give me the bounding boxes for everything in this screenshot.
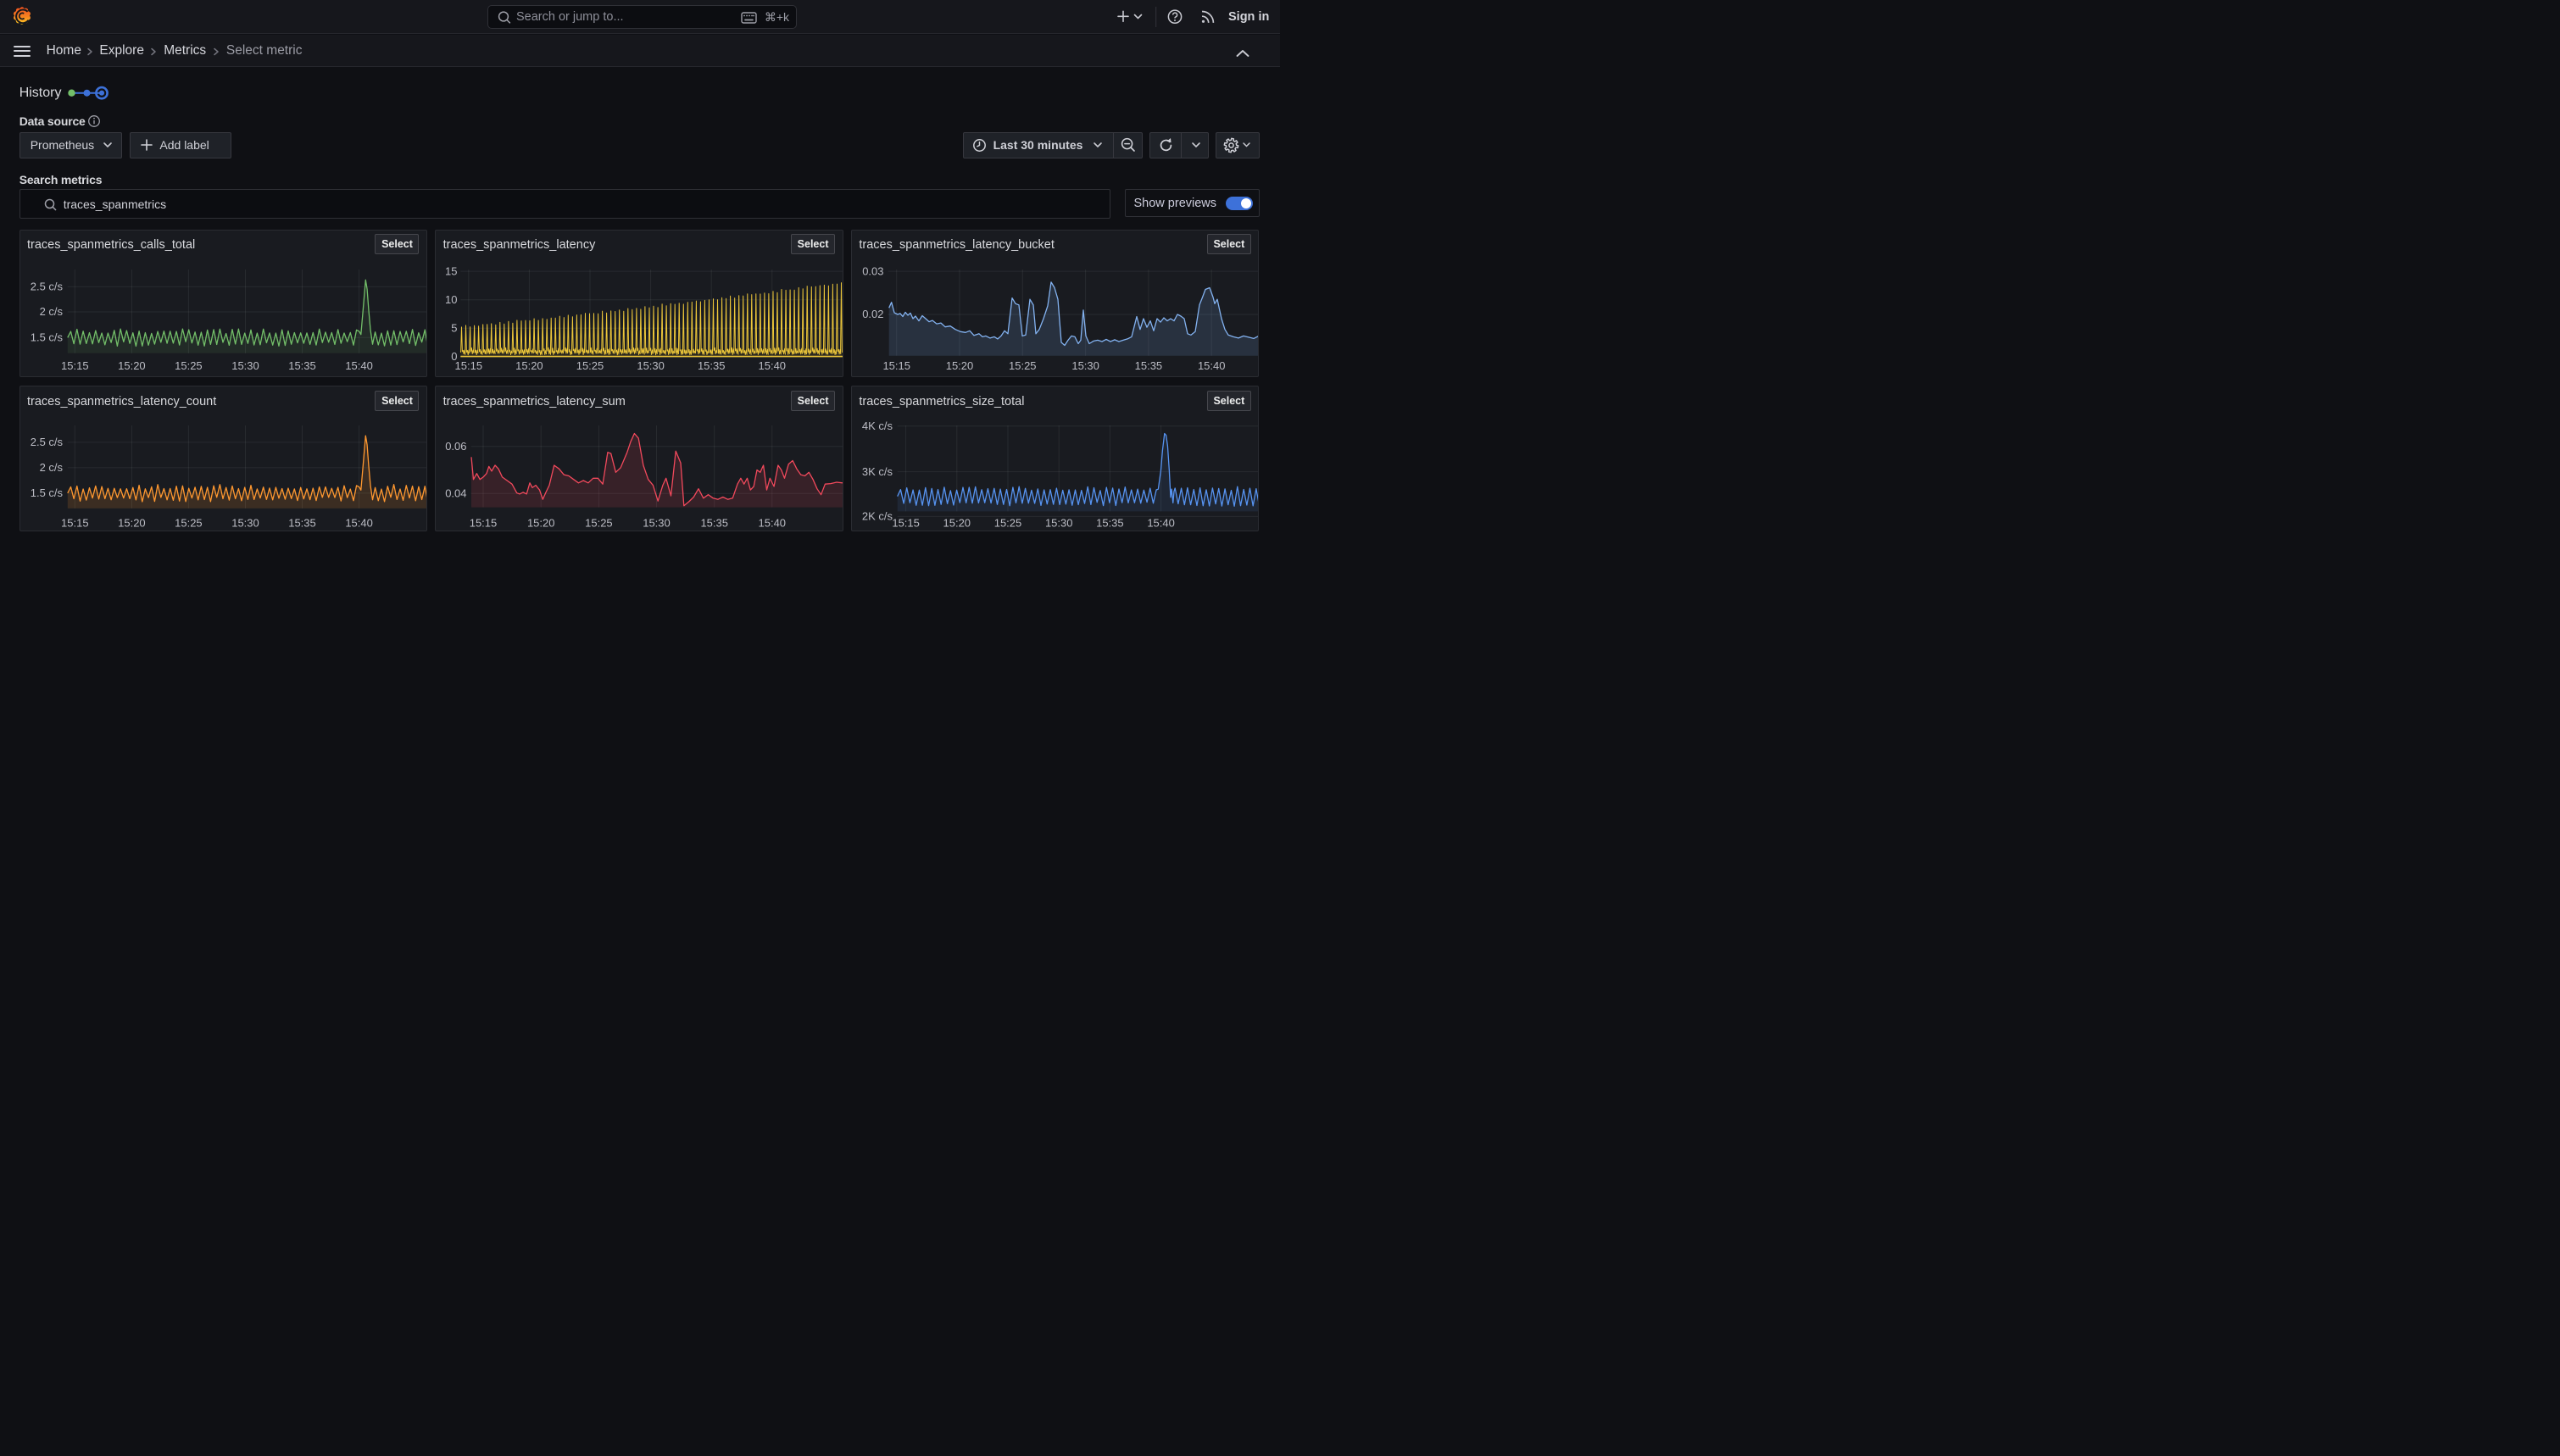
svg-text:15: 15: [445, 264, 457, 277]
svg-text:15:40: 15:40: [345, 358, 373, 371]
svg-text:15:40: 15:40: [345, 517, 373, 530]
svg-text:15:15: 15:15: [455, 358, 483, 371]
svg-text:15:25: 15:25: [175, 358, 203, 371]
svg-text:5: 5: [452, 321, 458, 334]
svg-text:15:35: 15:35: [698, 358, 726, 371]
svg-text:2 c/s: 2 c/s: [39, 305, 63, 318]
svg-text:15:40: 15:40: [759, 358, 787, 371]
svg-text:15:30: 15:30: [231, 517, 259, 530]
svg-text:15:35: 15:35: [1096, 517, 1124, 530]
svg-text:15:25: 15:25: [994, 517, 1022, 530]
svg-text:15:15: 15:15: [470, 517, 498, 530]
svg-text:15:15: 15:15: [883, 358, 911, 371]
svg-text:15:20: 15:20: [527, 517, 555, 530]
svg-text:2.5 c/s: 2.5 c/s: [30, 436, 63, 448]
svg-text:15:35: 15:35: [288, 517, 316, 530]
svg-text:2 c/s: 2 c/s: [39, 461, 63, 474]
svg-text:10: 10: [445, 293, 457, 306]
svg-text:1.5 c/s: 1.5 c/s: [30, 486, 63, 499]
svg-text:15:30: 15:30: [231, 358, 259, 371]
svg-text:15:35: 15:35: [1135, 358, 1163, 371]
svg-text:15:40: 15:40: [759, 517, 787, 530]
svg-text:2K c/s: 2K c/s: [862, 510, 893, 523]
svg-text:15:35: 15:35: [701, 517, 728, 530]
svg-text:15:20: 15:20: [943, 517, 971, 530]
svg-text:15:15: 15:15: [892, 517, 920, 530]
svg-text:0.02: 0.02: [862, 308, 883, 320]
svg-text:15:40: 15:40: [1198, 358, 1226, 371]
svg-text:15:35: 15:35: [288, 358, 316, 371]
svg-text:15:30: 15:30: [643, 517, 671, 530]
svg-text:4K c/s: 4K c/s: [862, 420, 893, 432]
svg-text:15:30: 15:30: [1071, 358, 1099, 371]
svg-text:0.06: 0.06: [446, 440, 467, 453]
svg-text:15:20: 15:20: [515, 358, 543, 371]
svg-text:15:20: 15:20: [118, 358, 146, 371]
svg-text:15:25: 15:25: [585, 517, 613, 530]
svg-text:15:40: 15:40: [1147, 517, 1175, 530]
svg-text:15:25: 15:25: [576, 358, 604, 371]
svg-text:3K c/s: 3K c/s: [862, 465, 893, 478]
svg-text:15:15: 15:15: [61, 358, 89, 371]
svg-text:15:25: 15:25: [175, 517, 203, 530]
svg-text:15:20: 15:20: [946, 358, 974, 371]
svg-text:15:20: 15:20: [118, 517, 146, 530]
svg-text:0.04: 0.04: [446, 486, 467, 499]
svg-text:15:25: 15:25: [1009, 358, 1037, 371]
svg-text:0.03: 0.03: [862, 264, 883, 277]
svg-text:15:15: 15:15: [61, 517, 89, 530]
svg-text:2.5 c/s: 2.5 c/s: [30, 280, 63, 292]
svg-text:1.5 c/s: 1.5 c/s: [30, 331, 63, 343]
svg-text:15:30: 15:30: [1045, 517, 1073, 530]
svg-text:15:30: 15:30: [637, 358, 665, 371]
